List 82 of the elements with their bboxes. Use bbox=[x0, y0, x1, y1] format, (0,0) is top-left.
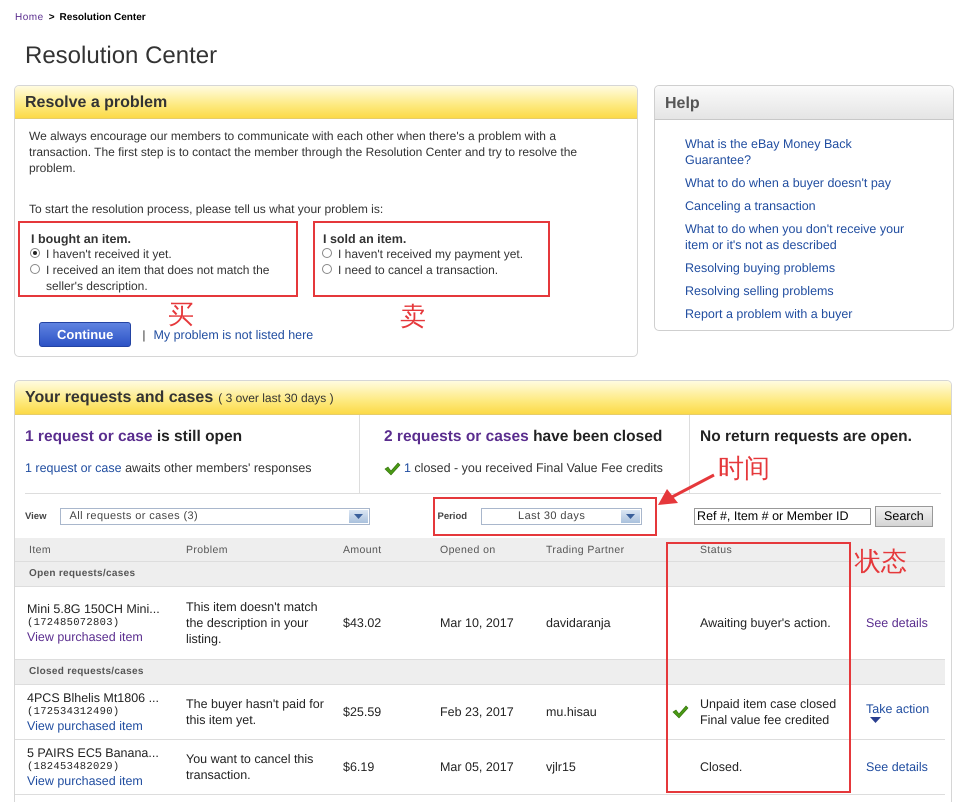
search-field[interactable]: Ref #, Item # or Member ID bbox=[694, 508, 872, 524]
period-dropdown[interactable]: Last 30 days bbox=[481, 508, 642, 524]
view-item-link[interactable]: View purchased item bbox=[27, 718, 186, 734]
period-label: Period bbox=[437, 510, 468, 522]
column-header: Item bbox=[15, 538, 186, 562]
opened-date: Mar 05, 2017 bbox=[440, 760, 514, 774]
item-number: (172534312490) bbox=[27, 706, 120, 718]
view-item-link[interactable]: View purchased item bbox=[27, 629, 186, 645]
partner-name: vjlr15 bbox=[546, 760, 576, 774]
help-link[interactable]: Report a problem with a buyer bbox=[685, 306, 913, 322]
status-text: Closed. bbox=[700, 759, 742, 775]
column-header: Trading Partner bbox=[546, 538, 666, 562]
help-link[interactable]: What to do when a buyer doesn't pay bbox=[685, 175, 913, 191]
column-header: Problem bbox=[186, 538, 343, 562]
option-label[interactable]: I haven't received my payment yet. bbox=[338, 246, 524, 262]
action-link[interactable]: See details bbox=[866, 759, 928, 775]
intro-text: We always encourage our members to communicate with each other when there's a problem with a transaction. The first step is to contact the member through the Resolution Center and try to resolve the problem. bbox=[29, 128, 578, 176]
option-label[interactable]: I need to cancel a transaction. bbox=[338, 262, 498, 278]
status-text: Unpaid item case closed Final value fee credited bbox=[700, 696, 836, 728]
search-button[interactable]: Search bbox=[875, 506, 933, 526]
caret-icon bbox=[870, 717, 881, 723]
opened-date: Mar 10, 2017 bbox=[440, 616, 514, 630]
radio-button[interactable] bbox=[30, 248, 40, 258]
help-link[interactable]: What is the eBay Money Back Guarantee? bbox=[685, 136, 913, 168]
action-link[interactable]: Take action bbox=[866, 701, 930, 717]
section-title: Your requests and cases bbox=[25, 389, 214, 407]
help-title: Help bbox=[665, 95, 700, 112]
view-dropdown[interactable]: All requests or cases (3) bbox=[60, 508, 370, 524]
amount-text: $43.02 bbox=[343, 616, 382, 630]
section-subtitle: ( 3 over last 30 days ) bbox=[218, 391, 334, 405]
partner-name: davidaranja bbox=[546, 616, 611, 630]
help-link[interactable]: Resolving buying problems bbox=[685, 260, 913, 276]
item-number: (182453482029) bbox=[27, 761, 120, 773]
radio-button[interactable] bbox=[322, 264, 332, 274]
view-item-link[interactable]: View purchased item bbox=[27, 773, 186, 789]
action-link[interactable]: See details bbox=[866, 615, 928, 631]
problem-not-listed-link[interactable]: My problem is not listed here bbox=[153, 328, 314, 342]
radio-button[interactable] bbox=[30, 264, 40, 274]
group-label: Open requests/cases bbox=[29, 568, 136, 579]
summary-detail: closed - you received Final Value Fee credits bbox=[413, 461, 663, 475]
item-title: 5 PAIRS EC5 Banana... bbox=[27, 745, 160, 761]
summary-link[interactable]: 1 request or case bbox=[25, 461, 122, 475]
prompt-text: To start the resolution process, please tell us what your problem is: bbox=[29, 201, 384, 217]
option-label[interactable]: I haven't received it yet. bbox=[46, 246, 172, 262]
help-link[interactable]: What to do when you don't receive your item or it's not as described bbox=[685, 221, 913, 253]
group-heading: I sold an item. bbox=[323, 232, 408, 246]
opened-date: Feb 23, 2017 bbox=[440, 705, 514, 719]
annotation-text: 卖 bbox=[400, 304, 426, 330]
breadcrumb-link[interactable]: Home bbox=[15, 12, 44, 23]
breadcrumb-current: Resolution Center bbox=[60, 12, 146, 23]
amount-text: $25.59 bbox=[343, 705, 382, 719]
item-title: 4PCS Blhelis Mt1806 ... bbox=[27, 690, 160, 706]
option-label[interactable]: I received an item that does not match the seller's description. bbox=[46, 262, 300, 294]
panel-title: Resolve a problem bbox=[25, 94, 168, 111]
radio-button[interactable] bbox=[322, 248, 332, 258]
link-separator: | bbox=[142, 328, 146, 342]
problem-text: This item doesn't match the description in your listing. bbox=[186, 600, 318, 646]
page-title: Resolution Center bbox=[25, 42, 218, 70]
annotation-text: 时间 bbox=[718, 456, 770, 482]
continue-button[interactable]: Continue bbox=[39, 322, 132, 347]
item-number: (172485072803) bbox=[27, 617, 120, 629]
problem-text: The buyer hasn't paid for this item yet. bbox=[186, 697, 324, 727]
group-heading: I bought an item. bbox=[31, 232, 132, 246]
summary-heading: 2 requests or cases have been closed bbox=[384, 428, 664, 446]
summary-heading: 1 request or case is still open bbox=[25, 428, 244, 446]
partner-name: mu.hisau bbox=[546, 705, 597, 719]
help-link[interactable]: Resolving selling problems bbox=[685, 283, 913, 299]
amount-text: $6.19 bbox=[343, 760, 374, 774]
breadcrumb-separator: > bbox=[48, 12, 55, 23]
summary-detail: awaits other members' responses bbox=[124, 461, 312, 475]
annotation-arrow bbox=[658, 474, 715, 505]
column-header: Amount bbox=[343, 538, 440, 562]
group-label: Closed requests/cases bbox=[29, 666, 144, 677]
help-link[interactable]: Canceling a transaction bbox=[685, 198, 913, 214]
item-title: Mini 5.8G 150CH Mini... bbox=[27, 601, 161, 617]
summary-link[interactable]: 1 bbox=[404, 461, 411, 475]
status-text: Awaiting buyer's action. bbox=[700, 615, 831, 631]
annotation-text: 买 bbox=[168, 302, 194, 328]
column-header: Opened on bbox=[440, 538, 546, 562]
view-label: View bbox=[25, 510, 46, 522]
problem-text: You want to cancel this transaction. bbox=[186, 752, 314, 782]
summary-heading: No return requests are open. bbox=[700, 428, 912, 446]
